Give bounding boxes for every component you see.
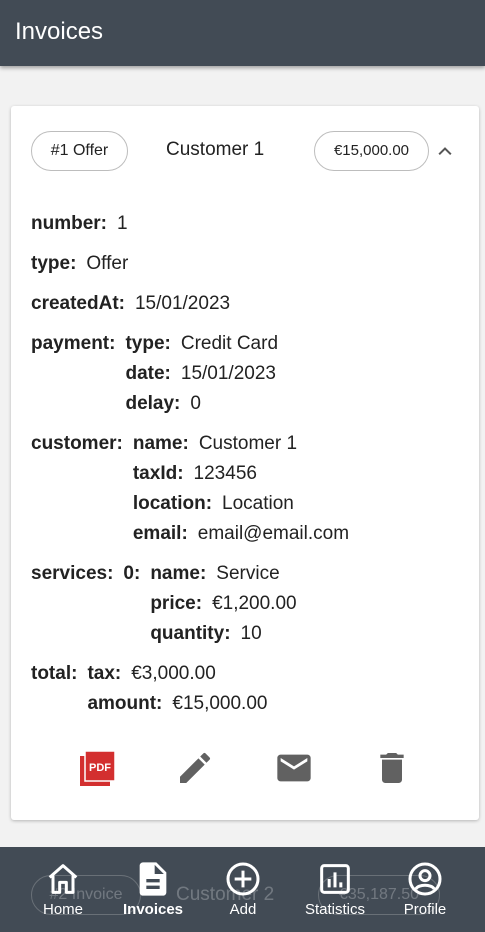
field-type: type: Offer xyxy=(31,249,471,279)
invoice-actions: PDF xyxy=(11,742,479,792)
payment-type-value: Credit Card xyxy=(180,333,279,354)
invoice-details: number: 1 type: Offer createdAt: 15/01/2… xyxy=(31,209,471,729)
page-title: Invoices xyxy=(15,18,104,45)
payment-delay-label: delay: xyxy=(125,393,181,414)
service-quantity-label: quantity: xyxy=(150,623,231,644)
payment-date-value: 15/01/2023 xyxy=(180,363,276,384)
field-value: Offer xyxy=(86,253,129,274)
invoice-customer-name: Customer 1 xyxy=(166,139,265,160)
nav-label: Statistics xyxy=(304,901,365,918)
payment-details: type: Credit Card date: 15/01/2023 delay… xyxy=(125,329,278,419)
nav-profile[interactable]: Profile xyxy=(380,859,470,929)
field-label: services: xyxy=(31,563,114,584)
field-label: total: xyxy=(31,663,78,684)
total-tax-value: €3,000.00 xyxy=(131,663,216,684)
payment-delay-value: 0 xyxy=(190,393,201,414)
service-index: 0: xyxy=(123,563,141,584)
total-tax-label: tax: xyxy=(87,663,122,684)
nav-add[interactable]: Add xyxy=(198,859,288,929)
field-created-at: createdAt: 15/01/2023 xyxy=(31,289,471,319)
customer-taxid-value: 123456 xyxy=(193,463,257,484)
field-services: services: 0: name: Service price: €1,200… xyxy=(31,559,471,649)
invoice-card: #1 Offer Customer 1 €15,000.00 number: 1… xyxy=(11,106,479,820)
chevron-up-icon[interactable] xyxy=(435,141,455,161)
add-circle-icon xyxy=(226,862,260,896)
field-customer: customer: name: Customer 1 taxId: 123456… xyxy=(31,429,471,549)
service-name-value: Service xyxy=(216,563,280,584)
svg-text:PDF: PDF xyxy=(89,762,111,774)
home-icon xyxy=(48,864,78,894)
service-price-label: price: xyxy=(150,593,203,614)
pdf-icon[interactable]: PDF xyxy=(77,748,117,788)
field-label: payment: xyxy=(31,333,116,354)
field-label: type: xyxy=(31,253,77,274)
field-label: customer: xyxy=(31,433,123,454)
nav-statistics[interactable]: Statistics xyxy=(290,859,380,929)
service-name-label: name: xyxy=(150,563,207,584)
customer-location-value: Location xyxy=(222,493,294,514)
nav-label: Invoices xyxy=(122,901,184,918)
nav-label: Home xyxy=(42,901,83,918)
mail-icon[interactable] xyxy=(274,748,314,788)
nav-label: Profile xyxy=(403,901,447,918)
customer-email-value: email@email.com xyxy=(197,523,350,544)
field-number: number: 1 xyxy=(31,209,471,239)
nav-invoices[interactable]: Invoices xyxy=(108,859,198,929)
field-payment: payment: type: Credit Card date: 15/01/2… xyxy=(31,329,471,419)
invoice-number-chip[interactable]: #1 Offer xyxy=(31,131,128,171)
nav-home[interactable]: Home xyxy=(18,859,108,929)
invoice-amount-chip[interactable]: €15,000.00 xyxy=(314,131,429,171)
edit-icon[interactable] xyxy=(175,748,215,788)
document-icon xyxy=(139,862,167,896)
payment-date-label: date: xyxy=(125,363,171,384)
total-amount-value: €15,000.00 xyxy=(172,693,268,714)
trash-icon[interactable] xyxy=(372,748,412,788)
field-value: 15/01/2023 xyxy=(134,293,231,314)
service-quantity-value: 10 xyxy=(240,623,262,644)
customer-taxid-label: taxId: xyxy=(132,463,184,484)
customer-email-label: email: xyxy=(132,523,188,544)
chart-icon xyxy=(320,864,350,894)
field-label: number: xyxy=(31,213,107,234)
field-label: createdAt: xyxy=(31,293,125,314)
nav-label: Add xyxy=(229,901,257,918)
field-total: total: tax: €3,000.00 amount: €15,000.00 xyxy=(31,659,471,719)
customer-location-label: location: xyxy=(132,493,213,514)
bottom-navigation: #2 Invoice Customer 2 €35,187.50 Home In… xyxy=(0,847,485,932)
customer-details: name: Customer 1 taxId: 123456 location:… xyxy=(133,429,349,549)
payment-type-label: type: xyxy=(125,333,171,354)
field-value: 1 xyxy=(117,213,128,234)
customer-name-value: Customer 1 xyxy=(198,433,298,454)
app-bar: Invoices xyxy=(0,0,485,66)
service-details: name: Service price: €1,200.00 quantity:… xyxy=(150,559,296,649)
customer-name-label: name: xyxy=(132,433,189,454)
total-details: tax: €3,000.00 amount: €15,000.00 xyxy=(87,659,267,719)
profile-icon xyxy=(408,862,442,896)
service-price-value: €1,200.00 xyxy=(212,593,297,614)
total-amount-label: amount: xyxy=(87,693,163,714)
